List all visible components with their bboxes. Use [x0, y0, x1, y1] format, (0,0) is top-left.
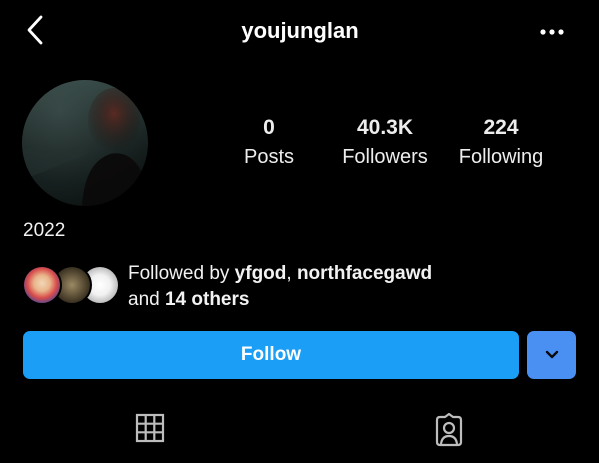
more-options-button[interactable] [532, 20, 572, 44]
follow-button-label: Follow [240, 344, 302, 365]
tab-tagged[interactable] [429, 408, 469, 452]
posts-stat: 0 Posts [234, 114, 304, 170]
mutual-followers-others[interactable]: 14 others [165, 289, 249, 310]
followed-by-and: and [128, 289, 165, 310]
followers-stat[interactable]: 40.3K Followers [333, 114, 437, 170]
profile-bio: 2022 [23, 220, 66, 241]
mutual-follower-name-2[interactable]: northfacegawd [297, 263, 432, 284]
more-horizontal-icon [540, 29, 564, 35]
posts-label: Posts [243, 146, 295, 168]
followers-count: 40.3K [356, 116, 414, 139]
following-label: Following [458, 146, 544, 168]
profile-avatar[interactable] [22, 80, 148, 206]
followers-label: Followers [342, 146, 428, 168]
mutual-follower-name-1[interactable]: yfgod [235, 263, 287, 284]
posts-count: 0 [263, 116, 275, 139]
tab-posts-grid[interactable] [130, 408, 170, 448]
profile-username: youjunglan [241, 18, 359, 43]
suggested-accounts-button[interactable] [527, 331, 576, 379]
followed-by-prefix: Followed by [128, 263, 235, 284]
mutual-follower-avatar [22, 265, 62, 305]
chevron-left-icon [27, 15, 43, 45]
chevron-down-icon [545, 350, 558, 359]
followed-by-text[interactable]: Followed by yfgod, northfacegawd and 14 … [128, 261, 432, 313]
following-stat[interactable]: 224 Following [451, 114, 551, 170]
tagged-person-icon [435, 413, 463, 447]
following-count: 224 [483, 116, 519, 139]
follow-button[interactable]: Follow [23, 331, 519, 379]
followed-by-separator: , [286, 263, 297, 284]
grid-icon [135, 413, 165, 443]
mutual-followers-avatars[interactable] [22, 265, 122, 307]
profile-photo [22, 80, 148, 206]
back-button[interactable] [18, 12, 52, 48]
